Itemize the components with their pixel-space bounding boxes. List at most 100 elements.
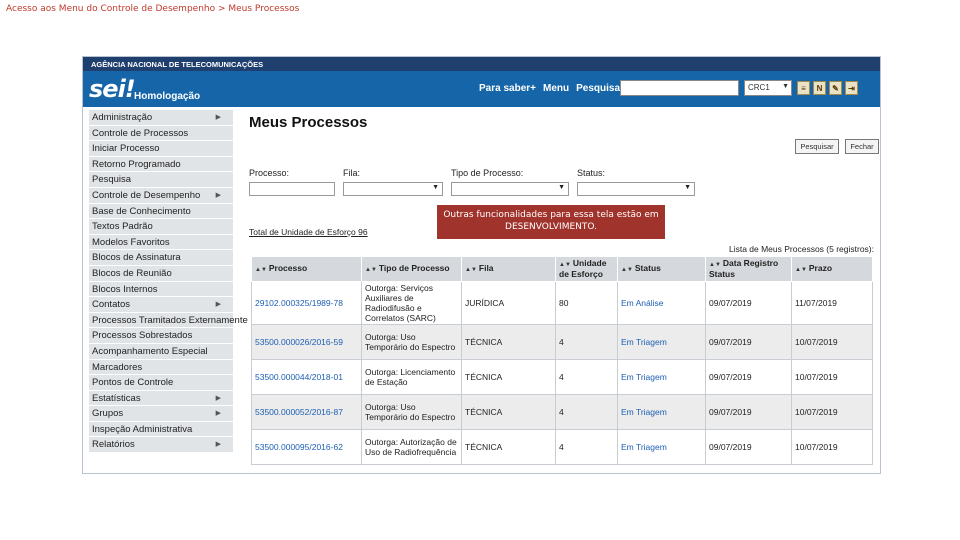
effort-cell: 4 — [555, 359, 618, 395]
sidebar-item[interactable]: Retorno Programado — [89, 156, 233, 173]
filter-status-select[interactable]: ▼ — [577, 182, 695, 196]
sidebar-item[interactable]: Pesquisa — [89, 172, 233, 188]
sidebar-item-label: Modelos Favoritos — [92, 236, 170, 248]
sidebar-item-label: Blocos de Assinatura — [92, 252, 181, 264]
column-header-processo[interactable]: ▲▼ Processo — [251, 256, 362, 282]
user-icon[interactable]: N — [813, 81, 826, 95]
slide-caption: Acesso aos Menu do Controle de Desempenh… — [6, 4, 300, 14]
column-header-esforco[interactable]: ▲▼ Unidade de Esforço — [555, 256, 618, 282]
column-header-fila[interactable]: ▲▼ Fila — [461, 256, 556, 282]
process-number-link[interactable]: 53500.000052/2016-87 — [251, 394, 362, 430]
status-date-cell: 09/07/2019 — [705, 429, 792, 465]
unit-select[interactable]: CRC1 ▼ — [744, 80, 792, 96]
sidebar-item[interactable]: Inspeção Administrativa — [89, 421, 233, 438]
table-row: 53500.000052/2016-87 Outorga: Uso Temporá… — [251, 394, 873, 430]
column-header-label: Prazo — [808, 262, 833, 273]
sidebar-item[interactable]: Pontos de Controle — [89, 375, 233, 391]
notification-icon[interactable]: ≡ — [797, 81, 810, 95]
process-number-link[interactable]: 53500.000095/2016-62 — [251, 429, 362, 465]
status-link[interactable]: Em Análise — [617, 281, 706, 325]
status-link[interactable]: Em Triagem — [617, 359, 706, 395]
process-number-link[interactable]: 53500.000044/2018-01 — [251, 359, 362, 395]
sidebar-item[interactable]: Base de Conhecimento — [89, 203, 233, 220]
sort-icon[interactable]: ▲▼ — [255, 267, 267, 273]
sidebar-item[interactable]: Marcadores — [89, 359, 233, 376]
table-header-row: ▲▼ Processo ▲▼ Tipo de Processo ▲▼ Fila ▲▼ Unid… — [251, 256, 873, 282]
sidebar-item[interactable]: Blocos de Reunião — [89, 265, 233, 282]
sidebar-item[interactable]: Contatos ▶ — [89, 297, 233, 313]
process-type-cell: Outorga: Uso Temporário do Espectro — [361, 394, 462, 430]
close-button[interactable]: Fechar — [845, 139, 879, 154]
tools-icon[interactable]: ✎ — [829, 81, 842, 95]
column-header-tipo[interactable]: ▲▼ Tipo de Processo — [361, 256, 462, 282]
filter-fila-label: Fila: — [343, 168, 361, 178]
search-button[interactable]: Pesquisar — [795, 139, 839, 154]
queue-cell: TÉCNICA — [461, 429, 556, 465]
filter-fila-select[interactable]: ▼ — [343, 182, 443, 196]
header-search-input[interactable] — [620, 80, 739, 96]
sort-icon[interactable]: ▲▼ — [709, 262, 721, 268]
sidebar-item[interactable]: Administração ▶ — [89, 110, 233, 126]
page-title: Meus Processos — [249, 114, 368, 131]
sidebar-item[interactable]: Grupos ▶ — [89, 406, 233, 422]
column-header-status[interactable]: ▲▼ Status — [617, 256, 706, 282]
chevron-down-icon: ▼ — [432, 184, 439, 191]
development-notice: Outras funcionalidades para essa tela es… — [437, 205, 665, 239]
table-row: 53500.000044/2018-01 Outorga: Licenciamen… — [251, 359, 873, 395]
status-link[interactable]: Em Triagem — [617, 324, 706, 360]
filter-tipo-select[interactable]: ▼ — [451, 182, 569, 196]
sidebar-item[interactable]: Controle de Desempenho ▶ — [89, 187, 233, 204]
process-type-cell: Outorga: Serviços Auxiliares de Radiodif… — [361, 281, 462, 325]
process-number-link[interactable]: 53500.000026/2016-59 — [251, 324, 362, 360]
processes-table: ▲▼ Processo ▲▼ Tipo de Processo ▲▼ Fila ▲▼ Unid… — [251, 256, 873, 465]
sort-icon[interactable]: ▲▼ — [621, 267, 633, 273]
nav-para-saber[interactable]: Para saber+ — [479, 83, 536, 94]
deadline-cell: 11/07/2019 — [791, 281, 873, 325]
sei-logo[interactable]: sei! — [89, 75, 136, 103]
effort-cell: 80 — [555, 281, 618, 325]
sidebar-item[interactable]: Acompanhamento Especial — [89, 343, 233, 360]
header-icons: ≡ N ✎ ⇥ — [797, 81, 858, 95]
sort-icon[interactable]: ▲▼ — [795, 267, 807, 273]
column-header-prazo[interactable]: ▲▼ Prazo — [791, 256, 873, 282]
sidebar-item[interactable]: Processos Sobrestados — [89, 328, 233, 344]
sort-icon[interactable]: ▲▼ — [465, 267, 477, 273]
app-window: AGÊNCIA NACIONAL DE TELECOMUNICAÇÕES sei… — [82, 56, 881, 474]
total-effort-link[interactable]: Total de Unidade de Esforço 96 — [249, 227, 368, 237]
sidebar-item-label: Textos Padrão — [92, 221, 153, 233]
chevron-right-icon: ▶ — [215, 441, 221, 449]
queue-cell: TÉCNICA — [461, 394, 556, 430]
nav-pesquisa[interactable]: Pesquisa — [576, 83, 620, 94]
sidebar-item-label: Blocos de Reunião — [92, 267, 172, 279]
sort-icon[interactable]: ▲▼ — [365, 267, 377, 273]
sidebar-item[interactable]: Processos Tramitados Externamente — [89, 312, 248, 329]
sidebar-item[interactable]: Textos Padrão — [89, 219, 233, 235]
sidebar-item[interactable]: Relatórios ▶ — [89, 437, 233, 454]
sidebar-item[interactable]: Blocos de Assinatura — [89, 250, 233, 266]
sidebar-item[interactable]: Estatísticas ▶ — [89, 390, 233, 407]
status-link[interactable]: Em Triagem — [617, 429, 706, 465]
sort-icon[interactable]: ▲▼ — [559, 262, 571, 268]
sidebar-item-label: Blocos Internos — [92, 283, 158, 295]
process-number-link[interactable]: 29102.000325/1989-78 — [251, 281, 362, 325]
filter-processo-label: Processo: — [249, 168, 290, 178]
column-header-data[interactable]: ▲▼ Data Registro Status — [705, 256, 792, 282]
environment-label: Homologação — [134, 91, 201, 102]
chevron-right-icon: ▶ — [215, 394, 221, 402]
filter-processo-input[interactable] — [249, 182, 335, 196]
process-type-cell: Outorga: Uso Temporário do Espectro — [361, 324, 462, 360]
exit-icon[interactable]: ⇥ — [845, 81, 858, 95]
status-date-cell: 09/07/2019 — [705, 324, 792, 360]
process-type-cell: Outorga: Autorização de Uso de Radiofreq… — [361, 429, 462, 465]
deadline-cell: 10/07/2019 — [791, 324, 873, 360]
nav-menu[interactable]: Menu — [543, 83, 569, 94]
status-link[interactable]: Em Triagem — [617, 394, 706, 430]
sidebar-item[interactable]: Blocos Internos — [89, 281, 233, 298]
sidebar-item[interactable]: Iniciar Processo — [89, 141, 233, 157]
sidebar-item[interactable]: Modelos Favoritos — [89, 234, 233, 251]
sidebar-item-label: Pesquisa — [92, 174, 132, 186]
sidebar-item-label: Marcadores — [92, 361, 143, 373]
table-row: 53500.000026/2016-59 Outorga: Uso Temporá… — [251, 324, 873, 360]
process-type-cell: Outorga: Licenciamento de Estação — [361, 359, 462, 395]
sidebar-item[interactable]: Controle de Processos — [89, 125, 233, 142]
